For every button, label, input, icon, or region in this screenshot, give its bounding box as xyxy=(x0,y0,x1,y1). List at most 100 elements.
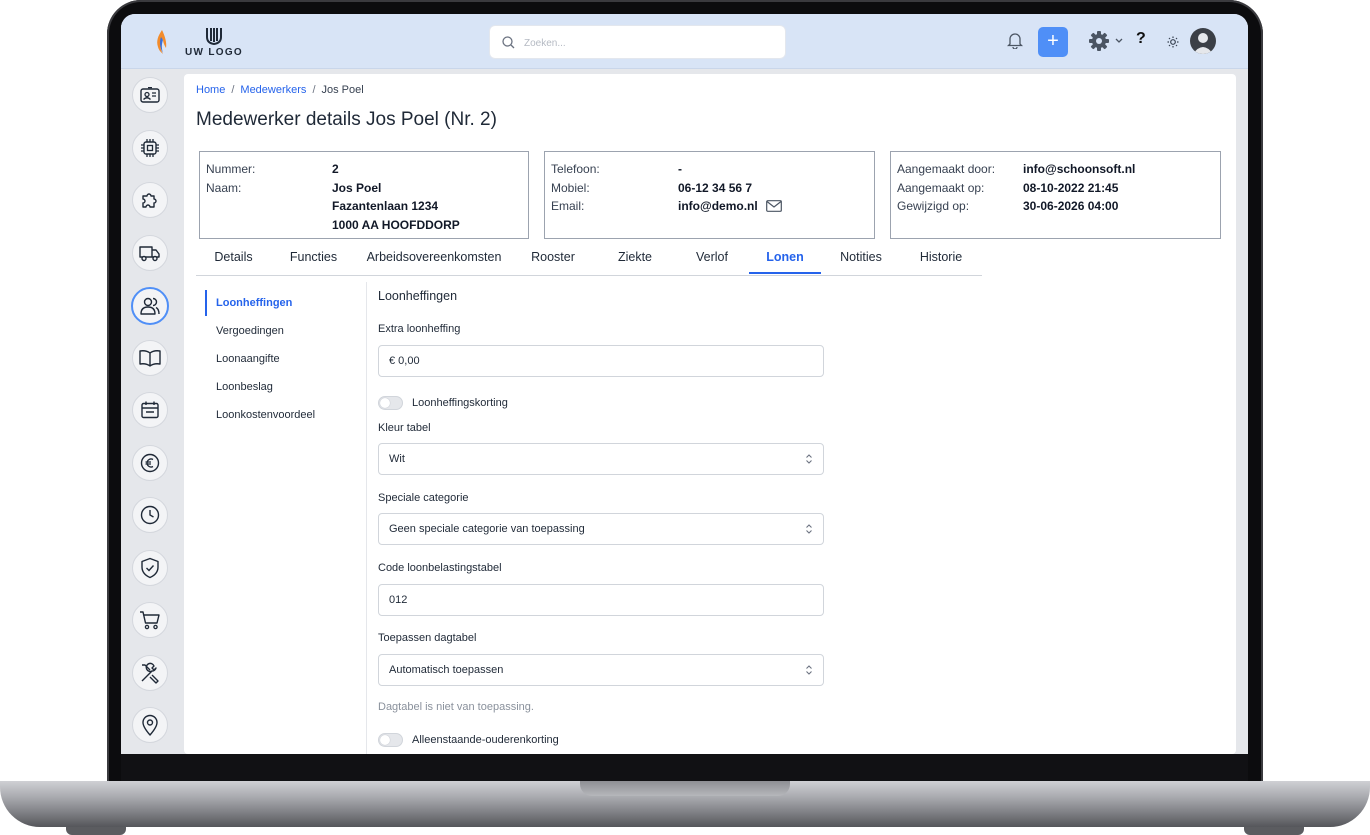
email-value[interactable]: info@demo.nl xyxy=(678,199,758,213)
chip-icon xyxy=(141,139,159,157)
tax-table-code-input[interactable]: 012 xyxy=(378,584,824,616)
breadcrumb-employees[interactable]: Medewerkers xyxy=(240,84,306,96)
laptop-foot xyxy=(1244,827,1304,835)
laptop-foot xyxy=(66,827,126,835)
book-icon xyxy=(139,350,161,367)
envelope-icon[interactable] xyxy=(765,200,782,213)
tab-lonen[interactable]: Lonen xyxy=(749,243,821,274)
subnav-loonkostenvoordeel[interactable]: Loonkostenvoordeel xyxy=(205,402,355,428)
modified-on-value: 30-06-2026 04:00 xyxy=(1023,199,1119,214)
sidebar-item-contacts[interactable] xyxy=(132,77,168,113)
main-content: Home / Medewerkers / Jos Poel Medewerker det… xyxy=(184,74,1236,754)
contact-info-box: Telefoon: - Mobiel: 06-12 34 56 7 Email: in… xyxy=(544,151,875,239)
breadcrumb-separator: / xyxy=(231,84,235,96)
discount-toggle-row: Loonheffingskorting xyxy=(378,396,508,410)
extra-tax-label: Extra loonheffing xyxy=(378,323,461,335)
number-value: 2 xyxy=(332,162,339,177)
map-pin-icon xyxy=(142,714,158,736)
discount-toggle-label: Loonheffingskorting xyxy=(412,397,508,409)
special-category-value: Geen speciale categorie van toepassing xyxy=(389,523,585,535)
select-arrows-icon xyxy=(806,665,812,675)
sidebar-item-knowledge[interactable] xyxy=(132,340,168,376)
tab-historie[interactable]: Historie xyxy=(911,243,971,274)
laptop-notch xyxy=(580,781,790,796)
single-parent-toggle[interactable] xyxy=(378,733,403,747)
chevron-down-icon[interactable] xyxy=(1115,38,1123,44)
color-table-label: Kleur tabel xyxy=(378,422,431,434)
color-table-select[interactable]: Wit xyxy=(378,443,824,475)
breadcrumb: Home / Medewerkers / Jos Poel xyxy=(196,84,364,96)
tab-details[interactable]: Details xyxy=(196,243,271,274)
puzzle-icon xyxy=(142,193,157,208)
special-category-select[interactable]: Geen speciale categorie van toepassing xyxy=(378,513,824,545)
sun-icon[interactable] xyxy=(1167,36,1179,48)
sidebar xyxy=(121,69,183,754)
tools-icon xyxy=(141,662,159,684)
created-on-value: 08-10-2022 21:45 xyxy=(1023,180,1119,195)
sidebar-item-time[interactable] xyxy=(132,497,168,533)
phone-value: - xyxy=(678,162,682,177)
tax-table-code-label: Code loonbelastingstabel xyxy=(378,562,502,574)
meta-info-box: Aangemaakt door: info@schoonsoft.nl Aange… xyxy=(890,151,1221,239)
email-label: Email: xyxy=(551,199,585,214)
sidebar-item-security[interactable] xyxy=(132,550,168,586)
gear-icon[interactable] xyxy=(1088,30,1110,52)
name-value: Jos Poel xyxy=(332,180,382,195)
sidebar-item-chip[interactable] xyxy=(132,130,168,166)
tab-ziekte[interactable]: Ziekte xyxy=(604,243,666,274)
tab-arbeidsovereenkomsten[interactable]: Arbeidsovereenkomsten xyxy=(359,243,509,274)
number-label: Nummer: xyxy=(206,162,256,177)
flame-logo-icon xyxy=(157,30,167,54)
created-by-label: Aangemaakt door: xyxy=(897,162,996,177)
id-card-icon xyxy=(140,87,160,103)
app-screen: UW LOGO + xyxy=(121,14,1248,754)
tab-notities[interactable]: Notities xyxy=(828,243,894,274)
day-table-select[interactable]: Automatisch toepassen xyxy=(378,654,824,686)
discount-toggle[interactable] xyxy=(378,396,403,410)
form-title: Loonheffingen xyxy=(378,289,458,303)
help-icon[interactable]: ? xyxy=(1136,30,1146,48)
personal-info-box: Nummer: 2 Naam: Jos Poel Fazantenlaan 1234… xyxy=(199,151,529,239)
sidebar-item-tools[interactable] xyxy=(132,655,168,691)
sidebar-item-shop[interactable] xyxy=(132,602,168,638)
extra-tax-input[interactable]: € 0,00 xyxy=(378,345,824,377)
logo-mark-icon xyxy=(206,28,222,45)
logo[interactable]: UW LOGO xyxy=(184,27,244,58)
special-category-label: Speciale categorie xyxy=(378,492,469,504)
avatar[interactable] xyxy=(1190,28,1216,54)
search-input[interactable] xyxy=(522,26,776,60)
calendar-icon xyxy=(141,401,159,419)
day-table-hint: Dagtabel is niet van toepassing. xyxy=(378,701,534,713)
city-value: 1000 AA HOOFDDORP xyxy=(332,217,460,232)
mobile-value: 06-12 34 56 7 xyxy=(678,180,753,195)
sidebar-item-finance[interactable] xyxy=(132,445,168,481)
subnav-loonbeslag[interactable]: Loonbeslag xyxy=(205,374,355,400)
sidebar-item-locations[interactable] xyxy=(132,707,168,743)
users-icon xyxy=(140,297,160,315)
subnav-loonaangifte[interactable]: Loonaangifte xyxy=(205,346,355,372)
subnav-loonheffingen[interactable]: Loonheffingen xyxy=(205,290,355,316)
phone-label: Telefoon: xyxy=(551,162,600,177)
mobile-label: Mobiel: xyxy=(551,180,590,195)
tab-bar: Details Functies Arbeidsovereenkomsten R… xyxy=(196,243,982,276)
subnav-vergoedingen[interactable]: Vergoedingen xyxy=(205,318,355,344)
tab-functies[interactable]: Functies xyxy=(276,243,351,274)
modified-on-label: Gewijzigd op: xyxy=(897,199,970,214)
tab-rooster[interactable]: Rooster xyxy=(518,243,588,274)
search-bar[interactable] xyxy=(489,25,786,60)
breadcrumb-home[interactable]: Home xyxy=(196,84,225,96)
sidebar-item-delivery[interactable] xyxy=(132,235,168,271)
clock-icon xyxy=(140,505,160,525)
sidebar-item-employees[interactable] xyxy=(131,287,169,325)
tab-verlof[interactable]: Verlof xyxy=(681,243,743,274)
search-icon xyxy=(502,36,515,49)
breadcrumb-separator: / xyxy=(312,84,316,96)
user-avatar-icon xyxy=(1193,33,1213,54)
bell-icon[interactable] xyxy=(1007,31,1023,49)
select-arrows-icon xyxy=(806,454,812,464)
color-table-value: Wit xyxy=(389,453,405,465)
sidebar-item-calendar[interactable] xyxy=(132,392,168,428)
add-button[interactable]: + xyxy=(1038,27,1068,57)
top-bar: UW LOGO + xyxy=(121,14,1248,69)
sidebar-item-modules[interactable] xyxy=(132,182,168,218)
